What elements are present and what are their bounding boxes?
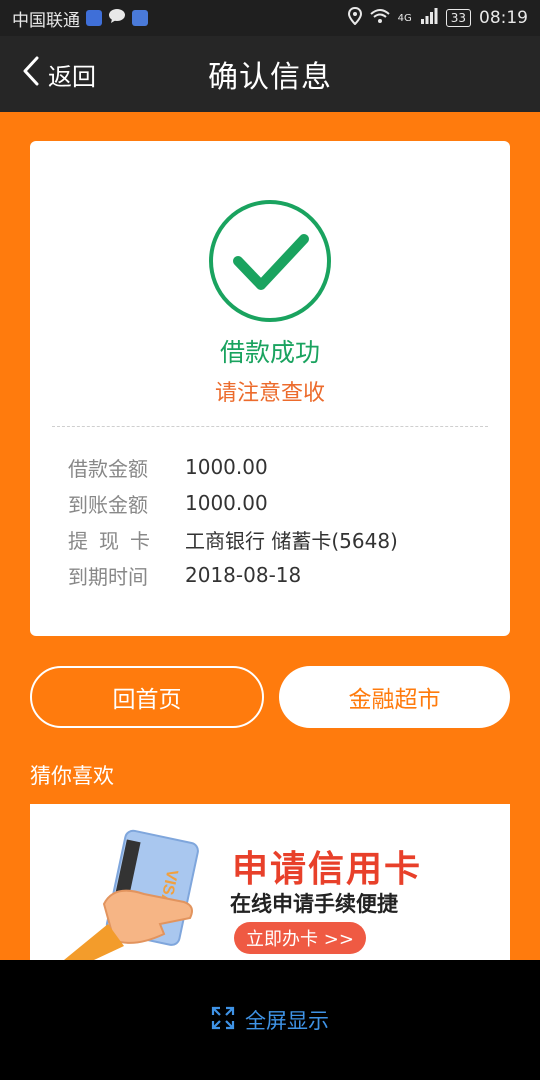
fullscreen-label: 全屏显示 — [245, 1009, 329, 1033]
detail-value: 工商银行 储蓄卡(5648) — [185, 528, 398, 553]
expand-icon — [211, 1006, 235, 1035]
finance-market-button[interactable]: 金融超市 — [279, 666, 510, 728]
dashed-divider — [52, 426, 488, 427]
result-card: 借款成功 请注意查收 借款金额 1000.00 到账金额 1000.00 提现卡… — [30, 141, 510, 636]
detail-label: 到期时间 — [68, 564, 148, 589]
signal-icon — [420, 7, 438, 29]
hand-holding-card-icon: VISA — [64, 824, 214, 960]
network-type: 4G — [397, 12, 412, 24]
banner-subtitle: 在线申请手续便捷 — [230, 892, 398, 916]
back-button[interactable]: 返回 — [22, 36, 96, 112]
carrier-text: 中国联通 — [12, 10, 80, 31]
detail-value: 1000.00 — [185, 455, 268, 479]
chevron-left-icon — [22, 56, 40, 92]
detail-row-withdraw-card: 提现卡 工商银行 储蓄卡(5648) — [68, 521, 398, 557]
notification-app-icon — [86, 10, 102, 26]
detail-row-loan-amount: 借款金额 1000.00 — [68, 449, 398, 485]
recommend-title: 猜你喜欢 — [30, 764, 114, 788]
battery-icon: 33 — [445, 9, 471, 27]
fullscreen-button[interactable]: 全屏显示 — [0, 960, 540, 1080]
loan-details: 借款金额 1000.00 到账金额 1000.00 提现卡 工商银行 储蓄卡(5… — [68, 449, 398, 593]
banner-title: 申请信用卡 — [232, 849, 423, 890]
nav-bar: 返回 确认信息 — [0, 36, 540, 112]
wifi-icon — [369, 8, 390, 29]
back-label: 返回 — [48, 62, 96, 91]
home-button[interactable]: 回首页 — [30, 666, 264, 728]
success-status: 借款成功 — [219, 338, 320, 367]
success-check-icon — [208, 199, 332, 323]
status-right: 4G 33 08:19 — [347, 6, 528, 30]
apply-card-button[interactable]: 立即办卡 >> — [234, 922, 366, 954]
credit-card-banner[interactable]: VISA 申请信用卡 在线申请手续便捷 立即办卡 >> — [30, 804, 510, 960]
detail-label: 到账金额 — [68, 492, 148, 517]
detail-row-due-date: 到期时间 2018-08-18 — [68, 557, 398, 593]
notice-text: 请注意查收 — [214, 381, 325, 406]
clock: 08:19 — [479, 8, 528, 28]
status-bar: 中国联通 4G 33 08:19 — [0, 0, 540, 36]
detail-label: 提现卡 — [68, 528, 161, 553]
detail-value: 2018-08-18 — [185, 563, 302, 587]
detail-value: 1000.00 — [185, 491, 268, 515]
detail-row-received-amount: 到账金额 1000.00 — [68, 485, 398, 521]
music-app-icon — [132, 10, 148, 26]
chat-bubble-icon — [108, 8, 126, 29]
status-left: 中国联通 — [12, 6, 148, 31]
location-icon — [347, 6, 362, 30]
detail-label: 借款金额 — [68, 456, 148, 481]
